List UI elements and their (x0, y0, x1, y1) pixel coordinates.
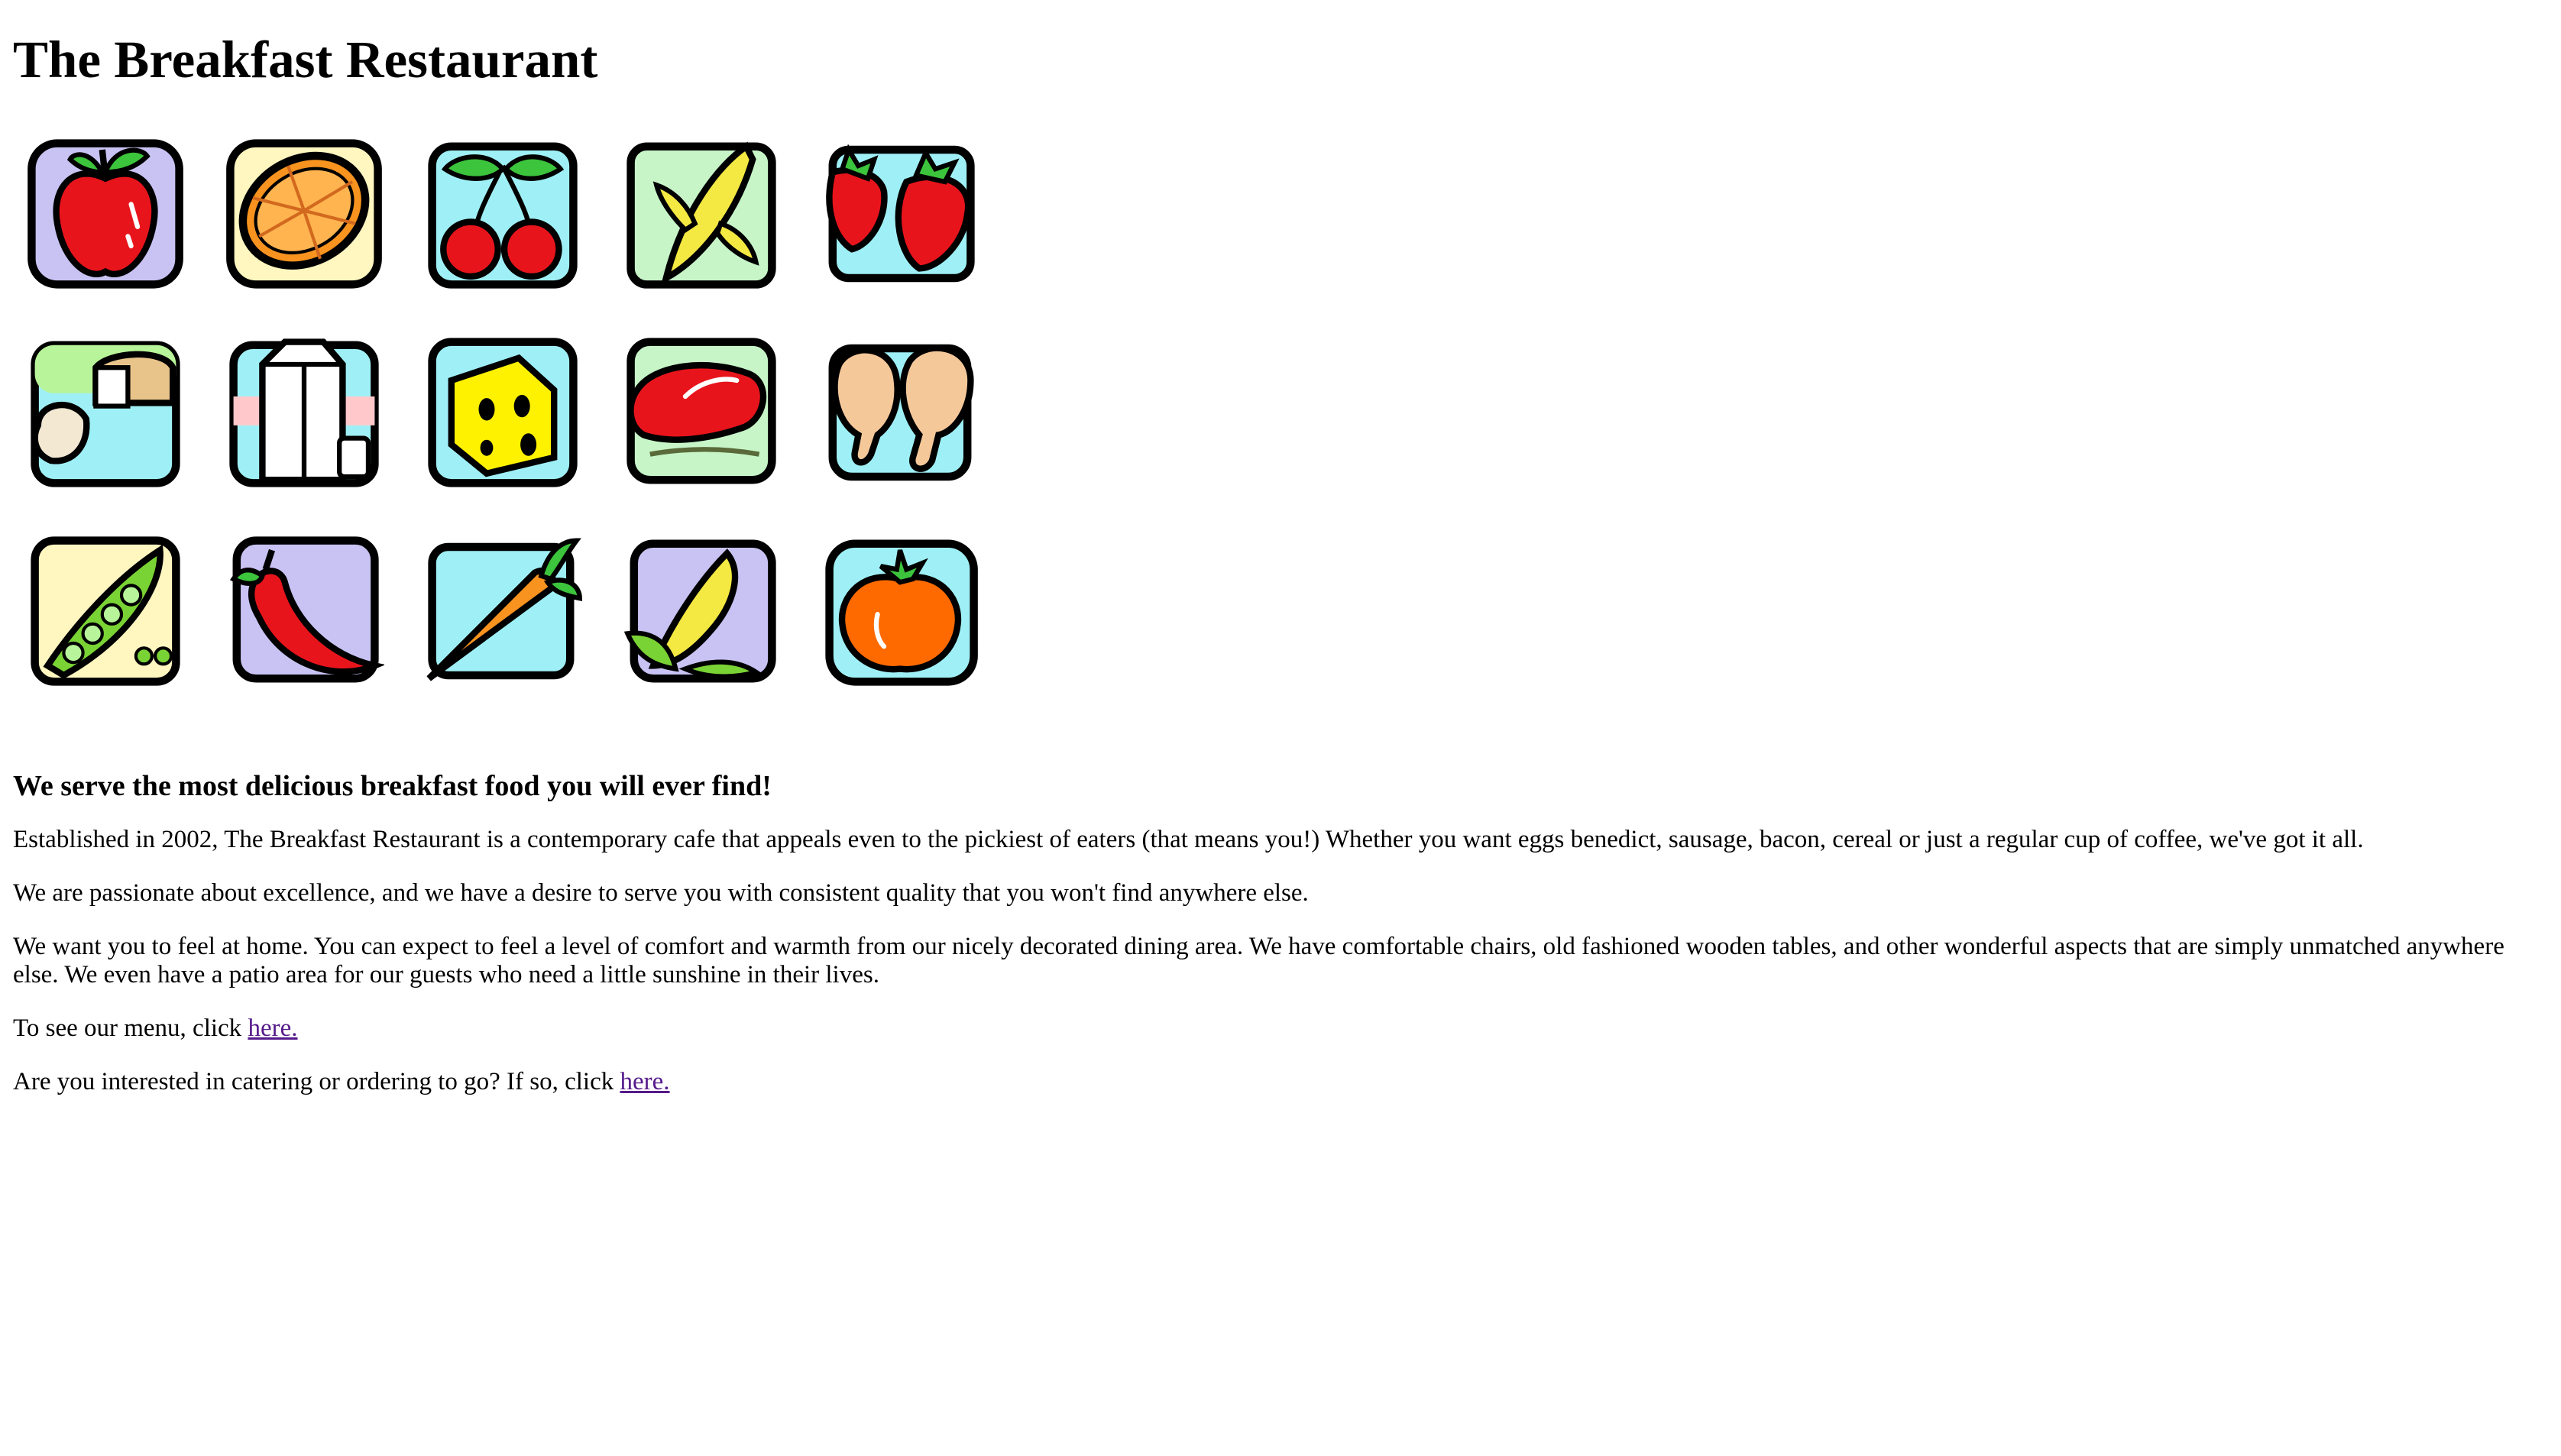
catering-link[interactable]: here. (620, 1068, 669, 1095)
catering-text: Are you interested in catering or orderi… (13, 1068, 620, 1095)
orange-slice-icon (224, 134, 384, 294)
cherries-icon (423, 134, 583, 294)
corn-icon (621, 531, 782, 691)
apple-icon (25, 134, 186, 294)
catering-paragraph: Are you interested in catering or orderi… (13, 1068, 2550, 1096)
excellence-paragraph: We are passionate about excellence, and … (13, 879, 1309, 907)
chicken-legs-icon (820, 332, 980, 493)
menu-link[interactable]: here. (248, 1014, 297, 1042)
menu-text: To see our menu, click (13, 1014, 248, 1042)
food-icon-grid (25, 134, 988, 699)
tagline-heading: We serve the most delicious breakfast fo… (13, 770, 772, 802)
menu-paragraph: To see our menu, click here. (13, 1014, 2550, 1043)
intro-paragraph: Established in 2002, The Breakfast Resta… (13, 826, 2364, 853)
steak-icon (621, 332, 782, 493)
tomato-icon (820, 531, 980, 691)
carrot-icon (423, 531, 583, 691)
bread-icon (25, 332, 186, 493)
cheese-icon (423, 332, 583, 493)
milk-carton-icon (224, 332, 384, 493)
banana-icon (621, 134, 782, 294)
chili-pepper-icon (224, 531, 384, 691)
peas-icon (25, 531, 186, 691)
page-title: The Breakfast Restaurant (13, 31, 598, 89)
page-content: The Breakfast Restaurant We serve the mo… (13, 0, 2550, 1096)
strawberries-icon (820, 134, 980, 294)
comfort-paragraph: We want you to feel at home. You can exp… (13, 933, 2504, 988)
